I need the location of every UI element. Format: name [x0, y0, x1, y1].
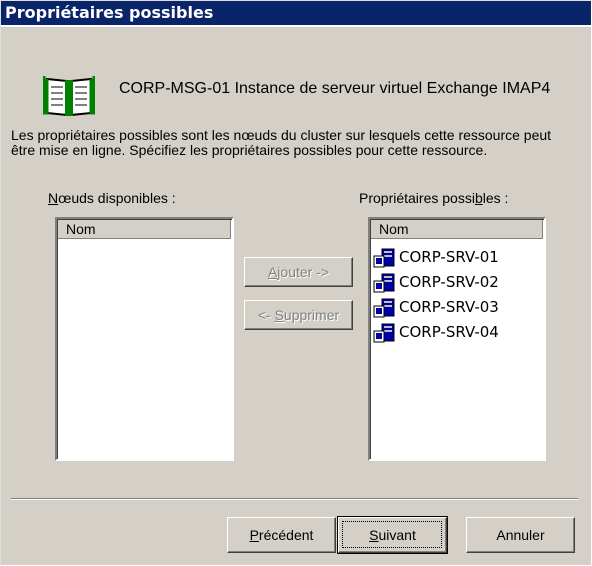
- available-nodes-label: Nœuds disponibles :: [48, 190, 176, 206]
- description-text: Les propriétaires possibles sont les nœu…: [11, 127, 552, 158]
- accelerator-key: b: [474, 190, 483, 206]
- possible-owners-list[interactable]: Nom CORP-SRV-01 CORP-SRV-02 CORP-SRV-03 COR…: [368, 217, 546, 461]
- accelerator-key: N: [48, 190, 59, 206]
- server-node-icon: [373, 273, 395, 293]
- back-button[interactable]: Précédent: [227, 517, 336, 553]
- possible-owners-dialog: Propriétaires possibles CORP-MSG-01 Inst…: [0, 0, 591, 565]
- book-icon: [43, 76, 95, 117]
- available-column-header[interactable]: Nom: [58, 220, 231, 239]
- cancel-button[interactable]: Annuler: [466, 517, 575, 553]
- available-nodes-list[interactable]: Nom: [55, 217, 234, 461]
- resource-name: CORP-MSG-01 Instance de serveur virtuel …: [119, 80, 551, 97]
- next-button[interactable]: Suivant: [337, 516, 448, 554]
- add-button[interactable]: Ajouter ->: [244, 257, 353, 287]
- list-item-label: CORP-SRV-01: [399, 248, 499, 266]
- list-item-label: CORP-SRV-02: [399, 273, 499, 291]
- server-node-icon: [373, 298, 395, 318]
- list-item-label: CORP-SRV-04: [399, 323, 499, 341]
- wizard-separator: [11, 498, 578, 500]
- server-node-icon: [373, 323, 395, 343]
- possible-owners-label: Propriétaires possibles :: [359, 190, 509, 206]
- page-title: Propriétaires possibles: [1, 1, 591, 25]
- focus-rectangle: [342, 521, 442, 548]
- owners-column-header[interactable]: Nom: [371, 220, 543, 239]
- list-item-label: CORP-SRV-03: [399, 298, 499, 316]
- title-divider: [1, 25, 591, 27]
- server-node-icon: [373, 248, 395, 268]
- remove-button[interactable]: <- Supprimer: [244, 300, 353, 330]
